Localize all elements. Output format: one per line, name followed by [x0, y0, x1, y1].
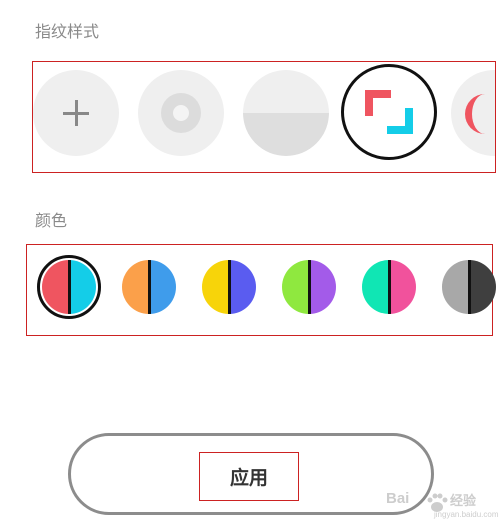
apply-button-label[interactable]: 应用	[199, 452, 299, 501]
arc-icon	[465, 94, 495, 134]
color-swatch-3[interactable]	[202, 260, 256, 314]
style-option-brackets-selected[interactable]	[341, 64, 437, 160]
style-option-half[interactable]	[243, 70, 329, 156]
color-swatch-4[interactable]	[282, 260, 336, 314]
color-swatch-2[interactable]	[122, 260, 176, 314]
color-swatch-6[interactable]	[442, 260, 496, 314]
fingerprint-style-row	[32, 61, 496, 173]
fingerprint-style-title: 指纹样式	[35, 22, 100, 41]
color-swatch-5[interactable]	[362, 260, 416, 314]
style-option-dot[interactable]	[138, 70, 224, 156]
color-row	[26, 244, 496, 336]
baidu-watermark: Bai 经验 jingyan.baidu.com	[386, 488, 498, 522]
style-option-arc[interactable]	[451, 70, 495, 156]
style-option-add[interactable]	[33, 70, 119, 156]
color-title: 颜色	[35, 211, 68, 230]
color-swatch-1[interactable]	[42, 260, 96, 314]
watermark-sub: 经验	[450, 493, 477, 508]
watermark-url: jingyan.baidu.com	[434, 510, 499, 519]
half-circle-icon	[243, 113, 329, 156]
watermark-text: Bai	[386, 490, 410, 507]
